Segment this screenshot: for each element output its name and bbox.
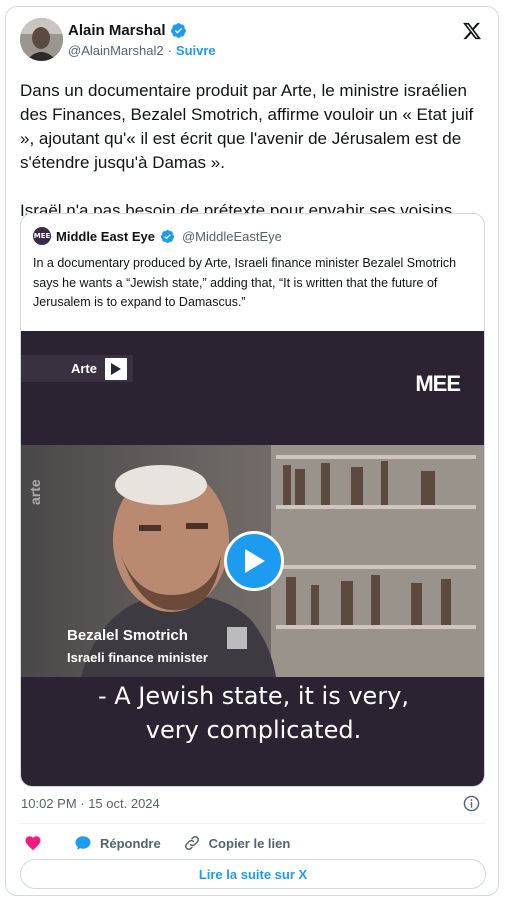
verified-badge-icon (170, 23, 186, 38)
reply-bubble-icon (75, 836, 91, 850)
reply-button[interactable]: Répondre (74, 834, 161, 852)
tweet-actions: Répondre Copier le lien (20, 831, 290, 855)
copy-link-label: Copier le lien (208, 835, 291, 851)
reply-label: Répondre (100, 835, 161, 851)
subtitle-line-1: - A Jewish state, it is very, (97, 682, 410, 710)
speaker-role: Israeli finance minister (67, 650, 208, 665)
copy-link-button[interactable]: Copier le lien (183, 834, 291, 852)
read-more-button[interactable]: Lire la suite sur X (20, 859, 486, 889)
link-icon (184, 835, 199, 851)
video-player[interactable]: Arte MEE arte Bezalel Smotrich Israeli f… (21, 331, 484, 786)
quote-avatar-text: MEE (33, 232, 51, 240)
follow-button[interactable]: Suivre (176, 43, 216, 58)
arte-watermark: arte (27, 479, 43, 505)
footer-divider (20, 823, 486, 824)
play-icon (245, 549, 265, 573)
author-handle[interactable]: @AlainMarshal2 (68, 43, 164, 58)
arte-source-tag: Arte (21, 355, 133, 382)
tweet-card: Alain Marshal @AlainMarshal2 · Suivre Da… (5, 6, 499, 896)
handle-separator: · (167, 43, 172, 58)
x-logo-icon[interactable] (462, 21, 482, 41)
subtitle-line-2: very complicated. (145, 716, 362, 744)
arte-tag-label: Arte (70, 361, 97, 376)
tweet-timestamp[interactable]: 10:02 PM · 15 oct. 2024 (21, 796, 160, 811)
author-avatar[interactable] (20, 18, 63, 61)
mee-brand-logo: MEE (415, 371, 461, 396)
quote-author-name: Middle East Eye (56, 228, 155, 244)
info-icon[interactable] (463, 795, 480, 812)
speaker-name: Bezalel Smotrich (67, 627, 188, 644)
like-button[interactable] (24, 834, 42, 852)
quote-author-handle: @MiddleEastEye (181, 228, 282, 244)
play-button[interactable] (224, 531, 284, 591)
video-top-band: Arte MEE (21, 331, 484, 445)
author-name[interactable]: Alain Marshal (68, 22, 166, 39)
tweet-text: Dans un documentaire produit par Arte, l… (20, 81, 474, 220)
arte-play-icon (105, 357, 127, 380)
verified-badge-icon (160, 229, 175, 243)
heart-icon (25, 836, 41, 851)
lower-third-accent (227, 627, 247, 649)
quoted-tweet[interactable]: MEE Middle East Eye @MiddleEastEye In a … (20, 213, 485, 787)
avatar-photo (20, 18, 63, 61)
quote-text: In a documentary produced by Arte, Israe… (33, 256, 457, 309)
speaker-lower-third: Bezalel Smotrich Israeli finance ministe… (67, 627, 208, 665)
quote-avatar: MEE (33, 227, 51, 245)
video-subtitle: - A Jewish state, it is very, very compl… (21, 679, 484, 747)
